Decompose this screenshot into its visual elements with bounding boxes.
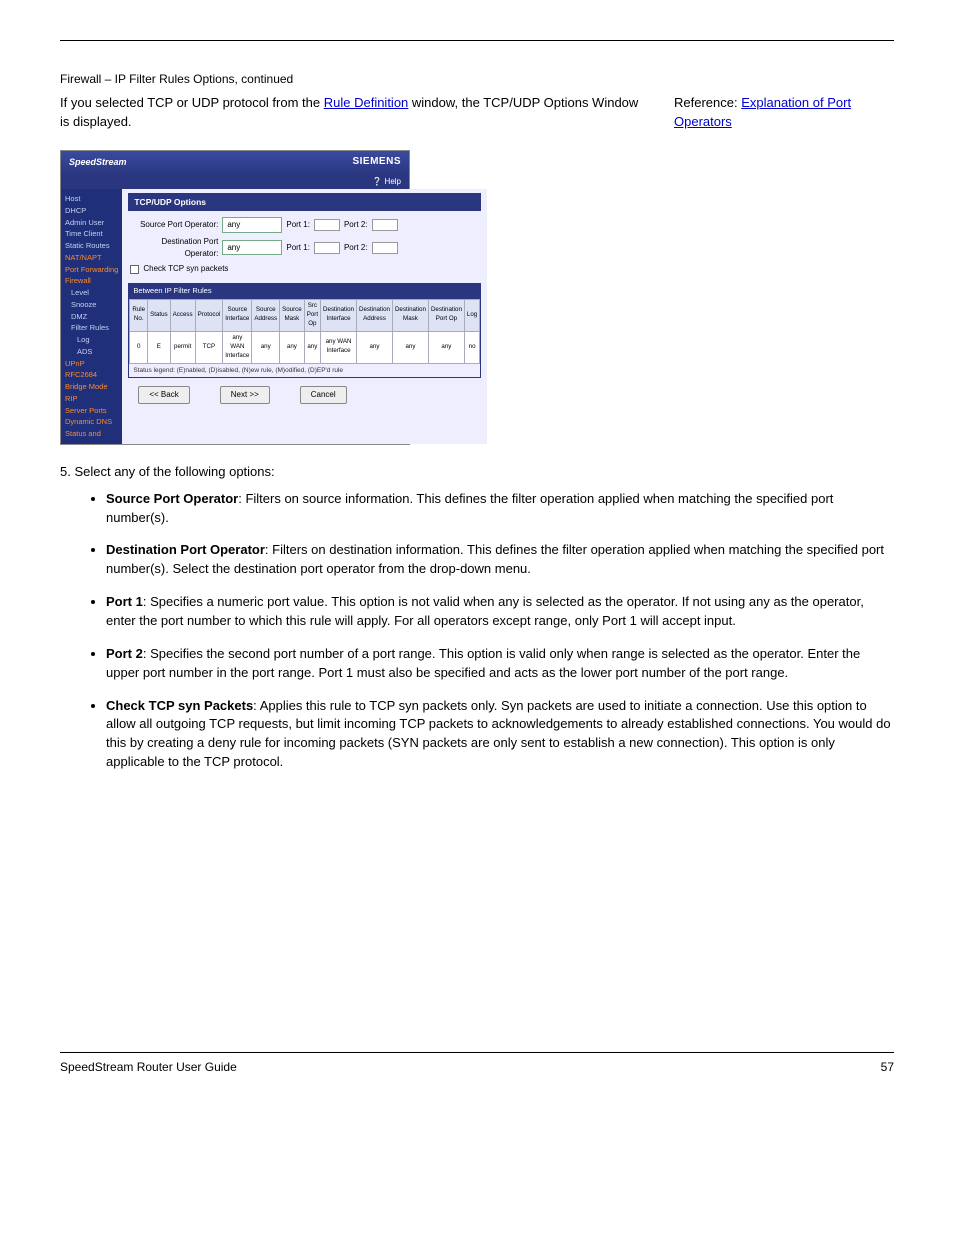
table-row: 0 E permit TCP any WAN Interface any any… (130, 331, 480, 363)
ss-table-header: Between IP Filter Rules (129, 284, 480, 299)
td: any (428, 331, 464, 363)
dst-port2-input[interactable] (372, 242, 398, 254)
option-desc: Specifies a numeric port value. This opt… (106, 594, 864, 628)
sidebar-item[interactable]: Firewall (65, 275, 118, 287)
td: E (148, 331, 171, 363)
th: Source Interface (223, 299, 252, 331)
tcpudp-options-screenshot: SpeedStream SIEMENS ❔ Help Host DHCP Adm… (60, 150, 410, 445)
options-list: Source Port Operator: Filters on source … (106, 490, 894, 772)
src-port1-input[interactable] (314, 219, 340, 231)
sidebar-item[interactable]: Dynamic DNS (65, 416, 118, 428)
intro-prefix: If you selected TCP or UDP protocol from… (60, 95, 324, 110)
list-item: Check TCP syn Packets: Applies this rule… (106, 697, 894, 772)
option-name: Destination Port Operator (106, 542, 265, 557)
list-item: Port 2: Specifies the second port number… (106, 645, 894, 683)
td: any (280, 331, 305, 363)
option-name: Check TCP syn Packets (106, 698, 253, 713)
option-colon: : (143, 646, 150, 661)
help-icon[interactable]: ❔ (372, 177, 384, 186)
sidebar-item[interactable]: Status and (65, 428, 118, 440)
th: Status (148, 299, 171, 331)
sidebar-item[interactable]: NAT/NAPT (65, 252, 118, 264)
port1-label: Port 1: (286, 219, 310, 231)
td: any WAN Interface (321, 331, 357, 363)
td: any WAN Interface (223, 331, 252, 363)
td: TCP (195, 331, 223, 363)
sidebar-item[interactable]: Level (65, 287, 118, 299)
sidebar-item[interactable]: UPnP (65, 358, 118, 370)
option-name: Port 1 (106, 594, 143, 609)
td: any (252, 331, 280, 363)
syn-checkbox[interactable] (130, 265, 139, 274)
th: Access (170, 299, 195, 331)
step-text: 5. Select any of the following options: (60, 463, 894, 482)
sidebar-item[interactable]: Host (65, 193, 118, 205)
option-name: Source Port Operator (106, 491, 238, 506)
intro-paragraph: If you selected TCP or UDP protocol from… (60, 94, 644, 132)
option-colon: : (143, 594, 150, 609)
th: Destination Mask (392, 299, 428, 331)
th: Destination Port Op (428, 299, 464, 331)
footer-right: 57 (881, 1059, 894, 1076)
sidebar-item[interactable]: Snooze (65, 299, 118, 311)
sidebar-item[interactable]: Bridge Mode (65, 381, 118, 393)
dst-port-label: Destination Port Operator: (128, 236, 218, 259)
ss-filter-table: Rule No. Status Access Protocol Source I… (129, 299, 480, 364)
footer-left: SpeedStream Router User Guide (60, 1059, 237, 1076)
sidebar-item[interactable]: Time Client (65, 228, 118, 240)
list-item: Destination Port Operator: Filters on de… (106, 541, 894, 579)
th: Rule No. (130, 299, 148, 331)
ss-sidebar: Host DHCP Admin User Time Client Static … (61, 189, 122, 444)
sidebar-item[interactable]: Filter Rules (65, 322, 118, 334)
th: Destination Interface (321, 299, 357, 331)
sidebar-item[interactable]: RFC2684 (65, 369, 118, 381)
help-link[interactable]: Help (385, 177, 401, 186)
td: any (357, 331, 393, 363)
sidebar-item[interactable]: ADS (65, 346, 118, 358)
port2-label: Port 2: (344, 219, 368, 231)
sidebar-item[interactable]: Admin User (65, 217, 118, 229)
td: permit (170, 331, 195, 363)
list-item: Port 1: Specifies a numeric port value. … (106, 593, 894, 631)
td: no (464, 331, 479, 363)
td: any (304, 331, 320, 363)
next-button[interactable]: Next >> (220, 386, 270, 404)
dst-port-select[interactable]: any (222, 240, 282, 256)
sidebar-item[interactable]: Static Routes (65, 240, 118, 252)
th: Destination Address (357, 299, 393, 331)
td: 0 (130, 331, 148, 363)
sidebar-item[interactable]: RIP (65, 393, 118, 405)
port2-label: Port 2: (344, 242, 368, 254)
continued-heading: Firewall – IP Filter Rules Options, cont… (60, 71, 894, 88)
src-port-select[interactable]: any (222, 217, 282, 233)
syn-checkbox-label: Check TCP syn packets (143, 263, 228, 275)
th: Src Port Op (304, 299, 320, 331)
cancel-button[interactable]: Cancel (300, 386, 347, 404)
option-name: Port 2 (106, 646, 143, 661)
th: Protocol (195, 299, 223, 331)
sidebar-item[interactable]: Server Ports (65, 405, 118, 417)
port1-label: Port 1: (286, 242, 310, 254)
ss-panel-title: TCP/UDP Options (128, 193, 481, 211)
sidebar-item[interactable]: DMZ (65, 311, 118, 323)
ss-brand: SpeedStream (69, 156, 127, 169)
option-desc: Specifies the second port number of a po… (106, 646, 860, 680)
sidebar-item[interactable]: Log (65, 334, 118, 346)
reference-block: Reference: Explanation of Port Operators (674, 94, 894, 132)
sidebar-item[interactable]: DHCP (65, 205, 118, 217)
sidebar-item[interactable]: Port Forwarding (65, 264, 118, 276)
rule-definition-link[interactable]: Rule Definition (324, 95, 409, 110)
th: Source Address (252, 299, 280, 331)
th: Source Mask (280, 299, 305, 331)
ss-logo: SIEMENS (352, 155, 401, 170)
reference-label: Reference: (674, 95, 741, 110)
list-item: Source Port Operator: Filters on source … (106, 490, 894, 528)
ss-table-legend: Status legend: (E)nabled, (D)isabled, (N… (129, 364, 480, 377)
td: any (392, 331, 428, 363)
src-port-label: Source Port Operator: (128, 219, 218, 231)
th: Log (464, 299, 479, 331)
back-button[interactable]: << Back (138, 386, 189, 404)
src-port2-input[interactable] (372, 219, 398, 231)
dst-port1-input[interactable] (314, 242, 340, 254)
